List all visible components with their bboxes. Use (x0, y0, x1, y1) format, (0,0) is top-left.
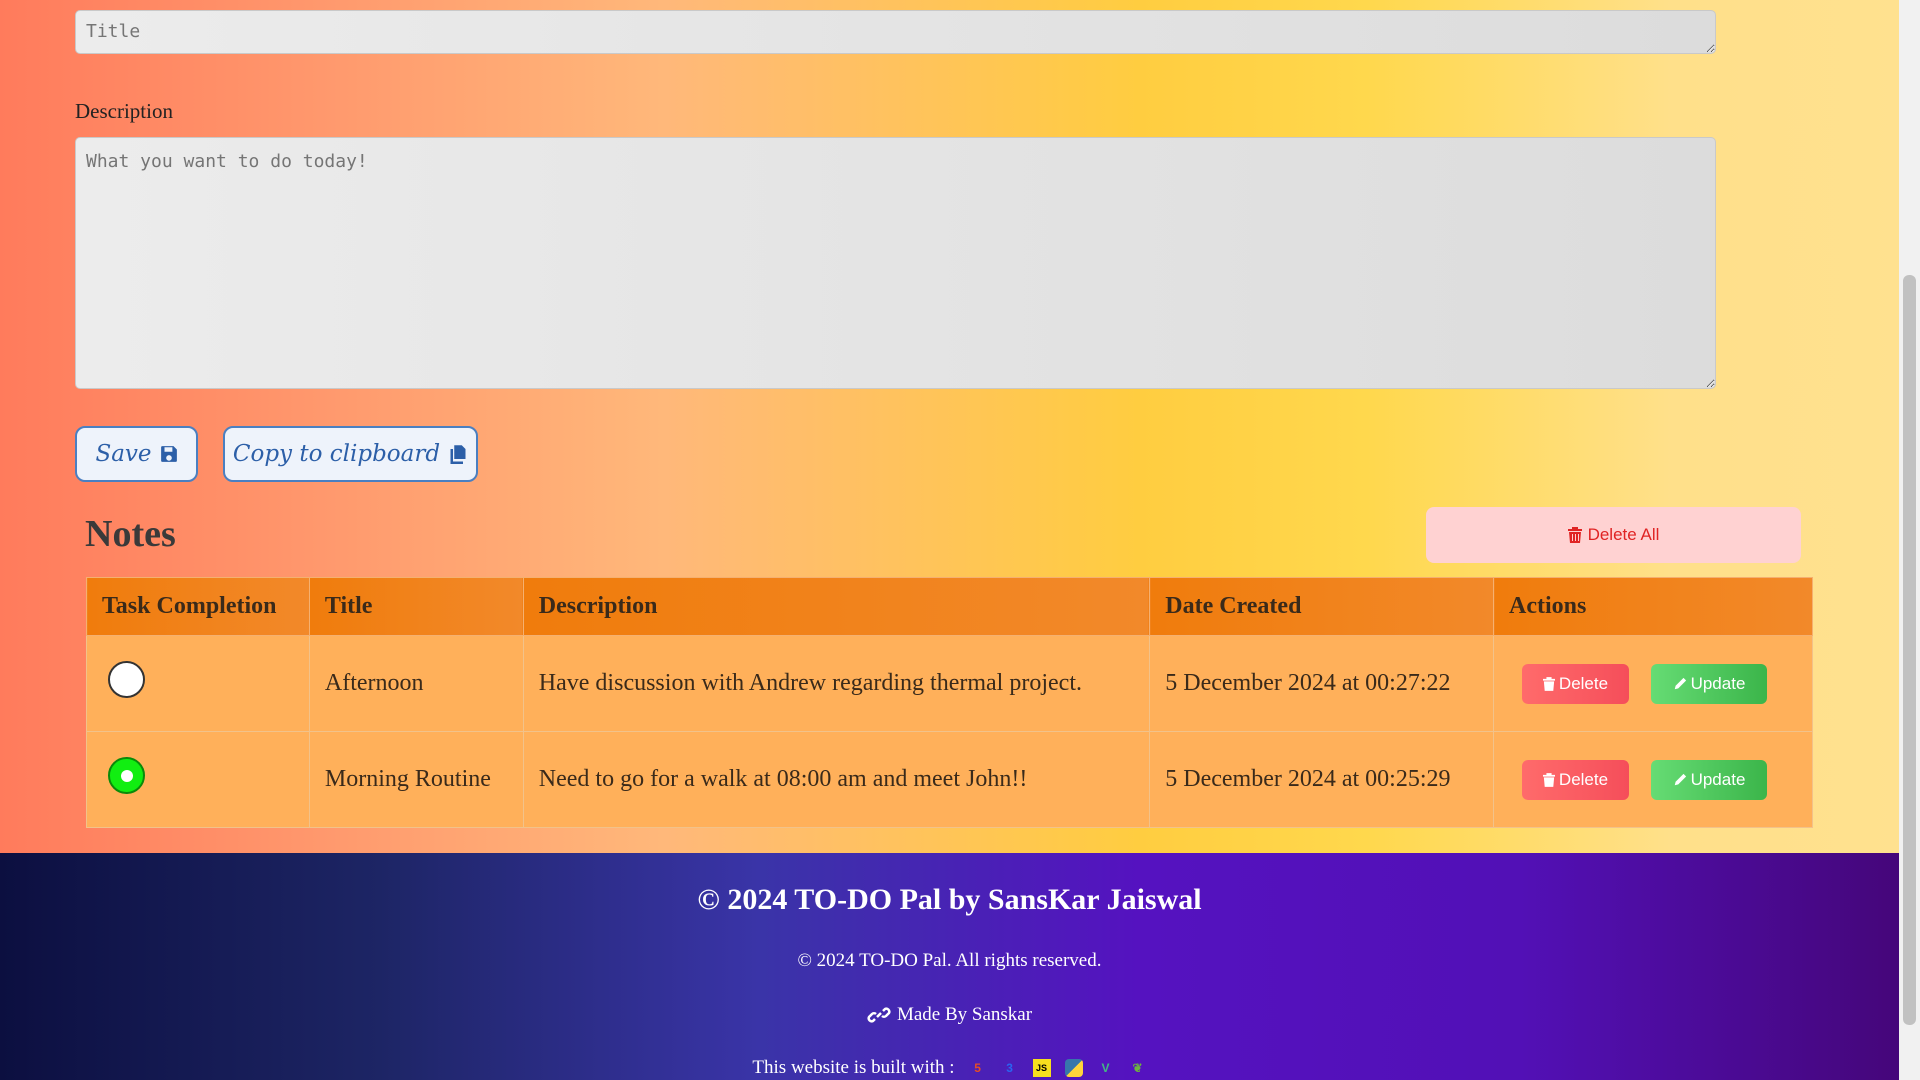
scrollbar-thumb[interactable] (1903, 275, 1916, 1025)
title-cell: Afternoon (308, 635, 524, 732)
pencil-icon (1674, 773, 1686, 785)
completion-cell (86, 731, 310, 828)
made-by-link[interactable]: Made By Sanskar (0, 1004, 1899, 1026)
main-content: Description Save Copy to clipboard Notes… (0, 0, 1899, 853)
update-label: Update (1690, 673, 1746, 693)
footer-title: © 2024 TO-DO Pal by SansKar Jaiswal (697, 883, 1202, 916)
floppy-icon (160, 446, 177, 462)
notes-table: Task Completion Title Description Date C… (86, 577, 1813, 828)
title-cell: Morning Routine (308, 731, 524, 828)
delete-button[interactable]: Delete (1522, 759, 1629, 800)
column-header: Task Completion (86, 577, 310, 636)
trash-icon (1542, 772, 1555, 787)
vertical-scrollbar[interactable] (1899, 0, 1920, 1080)
table-row: Afternoon Have discussion with Andrew re… (86, 635, 1813, 732)
footer: © 2024 TO-DO Pal by SansKar Jaiswal © 20… (0, 853, 1899, 1080)
update-button[interactable]: Update (1651, 759, 1767, 800)
vue-icon: V (1101, 1061, 1110, 1075)
date-cell: 5 December 2024 at 00:25:29 (1149, 731, 1494, 828)
description-cell: Need to go for a walk at 08:00 am and me… (522, 731, 1151, 828)
delete-all-button[interactable]: Delete All (1426, 507, 1801, 563)
title-input[interactable] (75, 10, 1716, 54)
column-header: Title (308, 577, 524, 636)
description-cell: Have discussion with Andrew regarding th… (522, 635, 1151, 732)
copy-button-label: Copy to clipboard (232, 441, 441, 467)
delete-all-label: Delete All (1587, 525, 1660, 544)
column-header: Description (522, 577, 1151, 636)
trash-icon (1567, 527, 1582, 543)
footer-rights: © 2024 TO-DO Pal. All rights reserved. (797, 950, 1102, 971)
column-header: Actions (1493, 577, 1813, 636)
copy-to-clipboard-button[interactable]: Copy to clipboard (223, 426, 478, 482)
pencil-icon (1674, 677, 1686, 689)
save-button-label: Save (95, 441, 152, 467)
python-icon (1064, 1059, 1083, 1077)
actions-cell: Delete Update (1493, 731, 1813, 828)
html5-icon: 5 (974, 1061, 981, 1075)
delete-button[interactable]: Delete (1522, 663, 1629, 704)
table-header-row: Task Completion Title Description Date C… (86, 577, 1813, 636)
date-cell: 5 December 2024 at 00:27:22 (1149, 635, 1494, 732)
link-icon (867, 1007, 891, 1023)
update-button[interactable]: Update (1651, 663, 1767, 704)
description-label: Description (75, 99, 173, 123)
column-header: Date Created (1149, 577, 1494, 636)
description-input[interactable] (75, 137, 1716, 389)
built-with-label: This website is built with : (752, 1057, 955, 1078)
leaf-icon: ❦ (1132, 1061, 1143, 1075)
completion-radio[interactable] (108, 661, 145, 698)
javascript-icon: JS (1032, 1059, 1051, 1077)
notes-heading: Notes (85, 513, 176, 555)
actions-cell: Delete Update (1493, 635, 1813, 732)
update-label: Update (1690, 769, 1746, 789)
css3-icon: 3 (1006, 1061, 1013, 1075)
delete-label: Delete (1558, 769, 1609, 789)
completion-radio[interactable] (108, 757, 145, 794)
completion-cell (86, 635, 310, 732)
made-by-label: Made By Sanskar (896, 1004, 1033, 1025)
delete-label: Delete (1558, 673, 1609, 693)
table-row: Morning Routine Need to go for a walk at… (86, 731, 1813, 828)
save-button[interactable]: Save (75, 426, 198, 482)
trash-icon (1542, 676, 1555, 691)
built-with-row: This website is built with : 5 3 JS V ❦ (0, 1057, 1899, 1079)
copy-icon (450, 445, 466, 464)
